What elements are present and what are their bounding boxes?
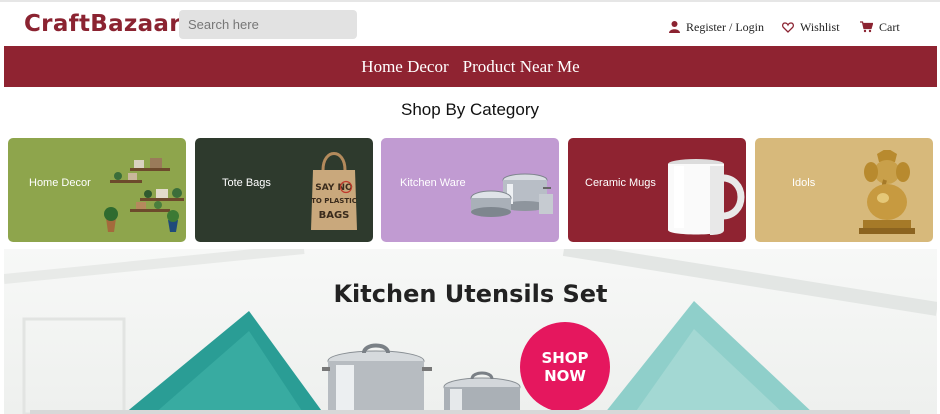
cart-icon xyxy=(860,21,873,33)
cookware-icon xyxy=(470,173,553,217)
register-login-link[interactable]: Register / Login xyxy=(669,18,764,36)
register-login-label: Register / Login xyxy=(686,19,764,34)
site-logo[interactable]: CraftBazaar xyxy=(24,11,181,37)
ganesha-idol-icon xyxy=(859,150,915,234)
category-card-label: Home Decor xyxy=(29,177,91,189)
cart-label: Cart xyxy=(879,19,900,34)
tote-bag-icon: SAY NO TO PLASTIC BAGS xyxy=(311,152,357,230)
menu-item-home-decor[interactable]: Home Decor xyxy=(361,57,448,77)
wishlist-link[interactable]: Wishlist xyxy=(782,18,840,36)
category-card-ceramic-mugs[interactable]: Ceramic Mugs xyxy=(568,138,746,242)
category-card-label: Tote Bags xyxy=(222,177,271,189)
heart-icon xyxy=(782,21,794,33)
banner-background-art xyxy=(4,249,937,414)
saucepan-icon xyxy=(443,371,521,414)
cart-link[interactable]: Cart xyxy=(860,18,900,36)
category-card-label: Idols xyxy=(792,177,816,189)
shop-now-button[interactable]: SHOP NOW xyxy=(520,322,610,412)
mug-icon xyxy=(668,159,745,235)
banner-title: Kitchen Utensils Set xyxy=(333,280,608,308)
promo-banner[interactable]: Kitchen Utensils Set SHOP NOW xyxy=(4,249,937,414)
shop-now-label: SHOP NOW xyxy=(541,349,589,385)
top-border xyxy=(0,0,940,2)
stock-pot-icon xyxy=(322,343,432,414)
search-input[interactable] xyxy=(179,10,357,39)
svg-text:TO PLASTIC: TO PLASTIC xyxy=(311,197,357,205)
category-card-label: Kitchen Ware xyxy=(400,177,466,189)
category-card-label: Ceramic Mugs xyxy=(585,177,656,189)
shelf-decor-icon xyxy=(104,158,184,232)
svg-text:BAGS: BAGS xyxy=(319,210,350,221)
category-card-kitchen-ware[interactable]: Kitchen Ware xyxy=(381,138,559,242)
category-menu-bar: Home Decor Product Near Me xyxy=(4,46,937,87)
category-card-tote-bags[interactable]: Tote Bags SAY NO TO PLASTIC BAGS xyxy=(195,138,373,242)
svg-text:SAY NO: SAY NO xyxy=(315,183,353,193)
wishlist-label: Wishlist xyxy=(800,19,840,34)
horizontal-scrollbar[interactable] xyxy=(30,410,910,414)
menu-item-product-near-me[interactable]: Product Near Me xyxy=(463,57,580,77)
user-icon xyxy=(669,21,680,33)
shop-by-category-heading: Shop By Category xyxy=(401,100,539,119)
category-card-idols[interactable]: Idols xyxy=(755,138,933,242)
category-card-home-decor[interactable]: Home Decor xyxy=(8,138,186,242)
